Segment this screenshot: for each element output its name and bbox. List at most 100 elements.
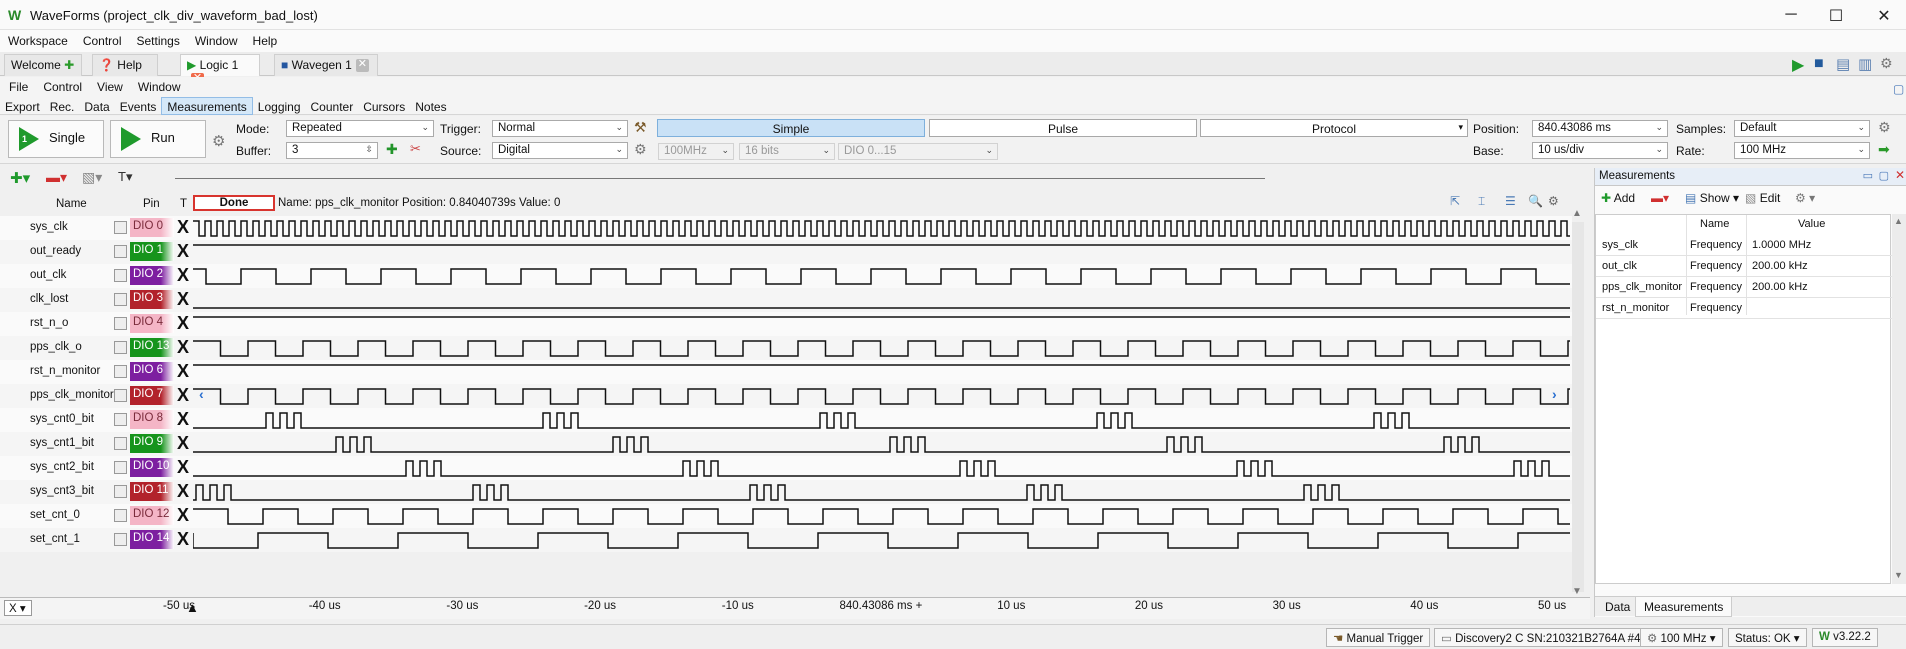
signal-row[interactable]: sys_cnt2_bit DIO 10 X <box>0 456 1572 480</box>
next-edge-icon[interactable]: › <box>1552 386 1557 402</box>
single-button[interactable]: 1 Single <box>8 120 104 158</box>
waveform-rst_n_monitor[interactable] <box>193 360 1570 384</box>
base-select[interactable]: 10 us/div ⌄ <box>1532 142 1668 159</box>
edit-signal-icon[interactable] <box>114 533 127 546</box>
waveform-out_ready[interactable] <box>193 240 1570 264</box>
signal-row[interactable]: sys_cnt0_bit DIO 8X <box>0 408 1572 432</box>
waveform-sys_clk[interactable] <box>193 216 1570 240</box>
waveform-set_cnt_0[interactable] <box>193 504 1570 528</box>
measurement-row[interactable]: out_clk Frequency 200.00 kHz <box>1596 256 1892 277</box>
minimize-button[interactable]: ─ <box>1776 6 1806 24</box>
edit-signal-icon[interactable] <box>114 461 127 474</box>
add-channel-icon[interactable]: ✚▾ <box>10 169 30 187</box>
axis-select[interactable]: X ▾ <box>4 600 32 616</box>
trigger-x-icon[interactable]: X <box>177 409 189 430</box>
close-button[interactable]: ✕ <box>1869 6 1899 26</box>
trigger-x-icon[interactable]: X <box>177 505 189 526</box>
waveform-sys_cnt3_bit[interactable] <box>193 480 1570 504</box>
edit-signal-icon[interactable] <box>114 341 127 354</box>
signal-row[interactable]: out_ready DIO 1X <box>0 240 1572 264</box>
submenu-control[interactable]: Control <box>34 77 88 94</box>
signal-row[interactable]: set_cnt_1 DIO 14 X <box>0 528 1572 552</box>
buffer-stepper[interactable]: 3 ⇳ <box>286 142 378 159</box>
signal-row[interactable]: rst_n_o DIO 4X <box>0 312 1572 336</box>
menu-control[interactable]: Control <box>75 30 129 48</box>
subtab-rec[interactable]: Rec. <box>45 98 80 116</box>
waveform-rst_n_o[interactable] <box>193 312 1570 336</box>
prev-edge-icon[interactable]: ‹ <box>199 386 204 402</box>
dock-icon[interactable]: ▢ <box>1884 79 1906 96</box>
tab-data[interactable]: Data <box>1605 600 1630 614</box>
clock-button[interactable]: ⚙ 100 MHz ▾ <box>1640 628 1723 647</box>
split-icon[interactable]: ▥ <box>1858 55 1872 73</box>
settings-icon[interactable]: ⚙ ▾ <box>1795 191 1815 205</box>
trigger-x-icon[interactable]: X <box>177 457 189 478</box>
run-button[interactable]: Run <box>110 120 206 158</box>
samples-select[interactable]: Default ⌄ <box>1734 120 1870 137</box>
add-icon[interactable]: ✚ <box>386 141 398 158</box>
trigger-select[interactable]: Normal ⌄ <box>492 120 628 137</box>
edit-signal-icon[interactable] <box>114 245 127 258</box>
rate-select[interactable]: 100MHz ⌄ <box>658 143 734 160</box>
signal-row[interactable]: pps_clk_o DIO 13 X <box>0 336 1572 360</box>
trigger-x-icon[interactable]: X <box>177 337 189 358</box>
waveform-set_cnt_1[interactable] <box>193 528 1570 552</box>
menu-settings[interactable]: Settings <box>129 30 187 48</box>
tab-welcome[interactable]: Welcome ✚ <box>4 54 82 76</box>
waveform-sys_cnt2_bit[interactable] <box>193 456 1570 480</box>
position-input[interactable]: 840.43086 ms ⌄ <box>1532 120 1668 137</box>
signal-row[interactable]: sys_cnt1_bit DIO 9X <box>0 432 1572 456</box>
trigger-pulse-button[interactable]: Pulse <box>929 119 1197 137</box>
tab-logic[interactable]: ▶ Logic 1✕ <box>180 54 260 87</box>
menu-help[interactable]: Help <box>245 30 285 48</box>
zoom-fit-icon[interactable]: ⇱ <box>1450 194 1460 208</box>
bits-select[interactable]: 16 bits ⌄ <box>739 143 835 160</box>
restore-icon[interactable]: ▭ <box>1863 169 1873 182</box>
subtab-cursors[interactable]: Cursors <box>358 98 410 116</box>
waveform-pps_clk_monitor[interactable] <box>193 384 1570 408</box>
edit-signal-icon[interactable] <box>114 293 127 306</box>
edit-signal-icon[interactable] <box>114 437 127 450</box>
vertical-scrollbar[interactable] <box>1572 222 1584 592</box>
trigger-x-icon[interactable]: X <box>177 385 189 406</box>
measurement-row[interactable]: rst_n_monitor Frequency <box>1596 298 1892 319</box>
trigger-x-icon[interactable]: X <box>177 265 189 286</box>
measurements-scrollbar[interactable]: ▲ ▼ <box>1892 214 1906 584</box>
signal-row[interactable]: out_clk DIO 2X <box>0 264 1572 288</box>
edit-signal-icon[interactable] <box>114 413 127 426</box>
edit-signal-icon[interactable] <box>114 509 127 522</box>
trigger-x-icon[interactable]: X <box>177 433 189 454</box>
signal-row[interactable]: clk_lost DIO 3X <box>0 288 1572 312</box>
text-tool-icon[interactable]: T▾ <box>118 169 132 185</box>
rate2-select[interactable]: 100 MHz ⌄ <box>1734 142 1870 159</box>
tab-help[interactable]: ❓ Help <box>92 54 158 76</box>
tab-wavegen[interactable]: ■ Wavegen 1 ✕ <box>274 54 378 76</box>
stop-all-icon[interactable]: ■ <box>1814 55 1824 73</box>
edit-signal-icon[interactable] <box>114 389 127 402</box>
subtab-events[interactable]: Events <box>115 98 162 116</box>
close-tab-icon[interactable]: ✕ <box>355 59 369 73</box>
signal-row[interactable]: sys_clk DIO 0X <box>0 216 1572 240</box>
waveform-sys_cnt0_bit[interactable] <box>193 408 1570 432</box>
apply-arrow-icon[interactable]: ➡ <box>1878 141 1890 158</box>
edit-signal-icon[interactable] <box>114 221 127 234</box>
scroll-down-icon[interactable]: ▼ <box>1572 586 1582 597</box>
subtab-measurements[interactable]: Measurements <box>161 97 253 115</box>
add-measurement-button[interactable]: ✚ Add <box>1601 191 1635 205</box>
trigger-simple-button[interactable]: Simple <box>657 119 925 137</box>
scroll-up-icon[interactable]: ▲ <box>1572 208 1582 219</box>
show-button[interactable]: ▤ Show ▾ <box>1685 191 1739 205</box>
edit-channel-icon[interactable]: ▧▾ <box>82 169 102 186</box>
manual-trigger-button[interactable]: ☚ Manual Trigger <box>1326 628 1431 647</box>
edit-signal-icon[interactable] <box>114 269 127 282</box>
edit-signal-icon[interactable] <box>114 485 127 498</box>
gear-icon[interactable]: ⚙ <box>1878 119 1891 136</box>
signal-row[interactable]: rst_n_monitor DIO 6X <box>0 360 1572 384</box>
status-indicator[interactable]: Status: OK ▾ <box>1728 628 1807 647</box>
maximize-panel-icon[interactable]: ▢ <box>1879 169 1889 182</box>
device-button[interactable]: ▭ Discovery2 C SN:210321B2764A #4 <box>1434 628 1648 647</box>
version-badge[interactable]: W v3.22.2 <box>1812 628 1878 647</box>
remove-channel-icon[interactable]: ▬▾ <box>46 169 67 186</box>
trigger-x-icon[interactable]: X <box>177 241 189 262</box>
maximize-button[interactable]: ☐ <box>1821 6 1851 26</box>
